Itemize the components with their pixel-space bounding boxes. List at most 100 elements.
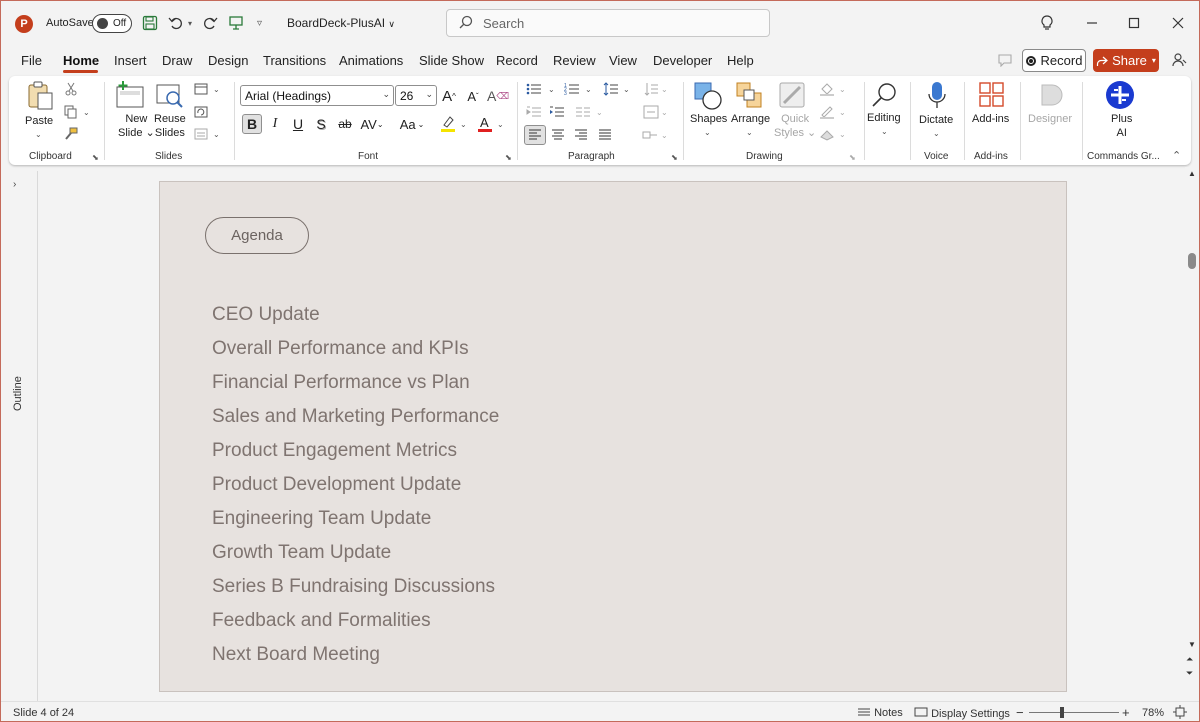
dictate-dropdown-icon[interactable]: ⌄ xyxy=(933,129,940,138)
maximize-icon[interactable] xyxy=(1121,11,1147,35)
undo-icon[interactable] xyxy=(166,13,186,33)
arrange-dropdown-icon[interactable]: ⌄ xyxy=(746,128,753,137)
shape-effects-icon[interactable] xyxy=(819,126,835,142)
highlight-dropdown-icon[interactable]: ⌄ xyxy=(460,120,467,129)
shape-outline-dropdown-icon[interactable]: ⌄ xyxy=(839,108,846,117)
align-center-icon[interactable] xyxy=(548,125,568,145)
layout-icon[interactable] xyxy=(193,81,209,97)
plusai-icon[interactable] xyxy=(1105,80,1135,110)
autosave-toggle[interactable]: Off xyxy=(92,14,132,33)
tab-draw[interactable]: Draw xyxy=(162,53,192,68)
agenda-item[interactable]: Sales and Marketing Performance xyxy=(212,406,499,428)
lightbulb-icon[interactable] xyxy=(1034,11,1060,35)
vertical-scrollbar[interactable]: ▲ ▼ ⏶ ⏷ xyxy=(1185,167,1199,701)
tab-insert[interactable]: Insert xyxy=(114,53,147,68)
agenda-item[interactable]: Feedback and Formalities xyxy=(212,610,431,632)
customize-toolbar-icon[interactable]: ▿ xyxy=(257,18,262,29)
copy-dropdown-icon[interactable]: ⌄ xyxy=(83,108,90,117)
tab-transitions[interactable]: Transitions xyxy=(263,53,326,68)
save-icon[interactable] xyxy=(140,13,160,33)
shapes-button[interactable]: Shapes xyxy=(690,112,727,126)
agenda-item[interactable]: Growth Team Update xyxy=(212,542,391,564)
editing-search-icon[interactable] xyxy=(871,81,899,109)
file-name[interactable]: BoardDeck-PlusAI ∨ xyxy=(287,16,395,30)
font-color-icon[interactable]: A xyxy=(475,114,495,134)
zoom-in-icon[interactable]: + xyxy=(1122,705,1130,720)
align-left-icon[interactable] xyxy=(524,125,546,145)
coauthor-icon[interactable] xyxy=(1169,51,1189,69)
decrease-indent-icon[interactable] xyxy=(526,104,542,120)
present-icon[interactable] xyxy=(226,13,246,33)
section-dropdown-icon[interactable]: ⌄ xyxy=(213,130,220,139)
zoom-slider[interactable] xyxy=(1029,712,1119,713)
align-text-icon[interactable] xyxy=(643,104,659,120)
bullets-icon[interactable] xyxy=(526,81,542,97)
arrange-button[interactable]: Arrange xyxy=(731,112,770,126)
bold-button[interactable]: B xyxy=(242,114,262,134)
agenda-item[interactable]: Product Engagement Metrics xyxy=(212,440,457,462)
collapse-ribbon-icon[interactable]: ⌃ xyxy=(1172,149,1181,162)
microphone-icon[interactable] xyxy=(927,80,947,112)
agenda-item[interactable]: Engineering Team Update xyxy=(212,508,431,530)
tab-home[interactable]: Home xyxy=(63,53,99,68)
reuse-slides-icon[interactable] xyxy=(155,81,185,109)
layout-dropdown-icon[interactable]: ⌄ xyxy=(213,85,220,94)
outline-label[interactable]: Outline xyxy=(12,376,24,411)
new-slide-button[interactable]: New Slide ⌄ xyxy=(118,112,155,140)
format-painter-icon[interactable] xyxy=(63,126,79,142)
section-icon[interactable] xyxy=(193,126,209,142)
highlight-color-icon[interactable] xyxy=(438,114,458,134)
shape-fill-icon[interactable] xyxy=(819,81,835,97)
reset-icon[interactable] xyxy=(193,104,209,120)
numbering-icon[interactable]: 123 xyxy=(564,81,580,97)
smartart-dropdown-icon[interactable]: ⌄ xyxy=(661,131,668,140)
shapes-dropdown-icon[interactable]: ⌄ xyxy=(704,128,711,137)
tab-review[interactable]: Review xyxy=(553,53,596,68)
plusai-button[interactable]: Plus AI xyxy=(1111,112,1132,140)
line-spacing-icon[interactable] xyxy=(603,81,619,97)
decrease-font-size-icon[interactable]: Aˇ xyxy=(463,86,483,106)
quick-styles-icon[interactable] xyxy=(778,81,808,111)
expand-outline-icon[interactable]: › xyxy=(13,179,16,190)
tab-design[interactable]: Design xyxy=(208,53,248,68)
editing-button[interactable]: Editing xyxy=(867,111,901,125)
tab-file[interactable]: File xyxy=(21,53,42,68)
tab-developer[interactable]: Developer xyxy=(653,53,712,68)
zoom-level[interactable]: 78% xyxy=(1142,707,1164,719)
quick-styles-button[interactable]: Quick Styles ⌄ xyxy=(774,112,816,140)
redo-icon[interactable] xyxy=(200,13,220,33)
scroll-up-icon[interactable]: ▲ xyxy=(1188,169,1196,178)
columns-icon[interactable] xyxy=(575,104,591,120)
dialog-launcher-icon[interactable]: ⬊ xyxy=(671,153,678,162)
underline-button[interactable]: U xyxy=(288,114,308,134)
fit-to-window-icon[interactable] xyxy=(1173,705,1187,721)
agenda-item[interactable]: Next Board Meeting xyxy=(212,644,380,666)
font-size-combo[interactable]: 26 ⌄ xyxy=(395,85,437,106)
shape-fill-dropdown-icon[interactable]: ⌄ xyxy=(839,85,846,94)
tab-slide-show[interactable]: Slide Show xyxy=(419,53,484,68)
font-color-dropdown-icon[interactable]: ⌄ xyxy=(497,120,504,129)
search-box[interactable]: Search xyxy=(446,9,770,37)
columns-dropdown-icon[interactable]: ⌄ xyxy=(596,108,603,117)
smartart-icon[interactable] xyxy=(642,127,658,143)
arrange-icon[interactable] xyxy=(735,81,765,111)
addins-button[interactable]: Add-ins xyxy=(972,112,1009,126)
agenda-item[interactable]: Series B Fundraising Discussions xyxy=(212,576,495,598)
designer-button[interactable]: Designer xyxy=(1028,112,1072,126)
tab-record[interactable]: Record xyxy=(496,53,538,68)
align-text-dropdown-icon[interactable]: ⌄ xyxy=(661,108,668,117)
align-right-icon[interactable] xyxy=(571,125,591,145)
increase-indent-icon[interactable] xyxy=(549,104,565,120)
shape-outline-icon[interactable] xyxy=(819,104,835,120)
previous-slide-icon[interactable]: ⏶ xyxy=(1186,654,1193,665)
comments-icon[interactable] xyxy=(995,51,1015,69)
notes-button[interactable]: Notes xyxy=(857,707,903,719)
zoom-out-icon[interactable]: − xyxy=(1016,705,1024,720)
line-spacing-dropdown-icon[interactable]: ⌄ xyxy=(623,85,630,94)
justify-icon[interactable] xyxy=(595,125,615,145)
addins-icon[interactable] xyxy=(978,81,1006,109)
shadow-button[interactable]: S xyxy=(311,114,331,134)
agenda-item[interactable]: CEO Update xyxy=(212,304,320,326)
scroll-down-icon[interactable]: ▼ xyxy=(1188,640,1196,649)
copy-icon[interactable] xyxy=(63,104,79,120)
